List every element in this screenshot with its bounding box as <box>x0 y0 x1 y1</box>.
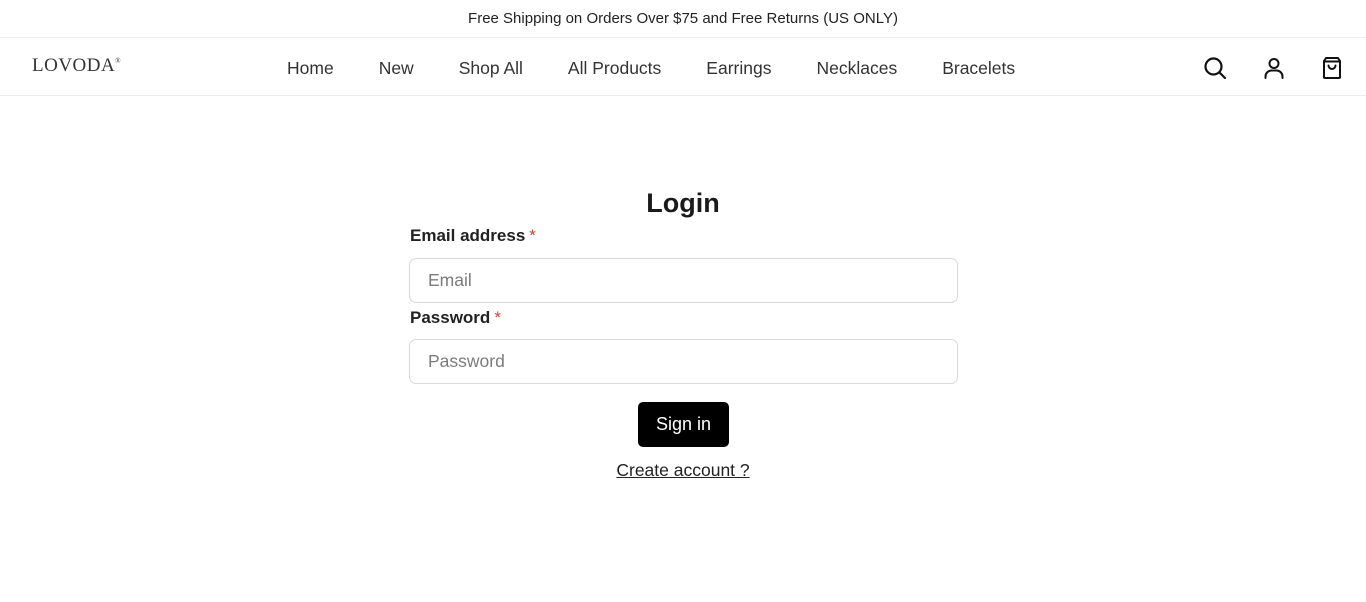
search-button[interactable] <box>1201 54 1229 82</box>
nav-item-necklaces[interactable]: Necklaces <box>816 56 897 79</box>
main-nav: Home New Shop All All Products Earrings … <box>287 38 1060 96</box>
announcement-text: Free Shipping on Orders Over $75 and Fre… <box>468 10 898 27</box>
brand-logo[interactable]: LOVODA® <box>32 55 121 77</box>
password-label-text: Password <box>410 308 491 327</box>
nav-item-home[interactable]: Home <box>287 56 334 79</box>
trademark-mark: ® <box>115 57 122 65</box>
announcement-bar: Free Shipping on Orders Over $75 and Fre… <box>0 0 1366 38</box>
user-icon <box>1264 58 1284 79</box>
page-title: Login <box>646 188 720 218</box>
create-account-link[interactable]: Create account ? <box>616 460 749 480</box>
shopping-bag-icon <box>1323 57 1341 79</box>
sign-in-button[interactable]: Sign in <box>638 402 729 447</box>
cart-button[interactable] <box>1318 54 1346 82</box>
create-account-row: Create account ? <box>0 460 1366 481</box>
search-icon <box>1204 57 1227 80</box>
password-field[interactable] <box>409 339 958 384</box>
nav-item-all-products[interactable]: All Products <box>568 56 661 79</box>
site-header: LOVODA® Home New Shop All All Products E… <box>0 38 1366 96</box>
required-marker: * <box>494 308 501 327</box>
required-marker: * <box>529 226 536 245</box>
email-label-text: Email address <box>410 226 526 245</box>
account-button[interactable] <box>1260 54 1288 82</box>
nav-item-bracelets[interactable]: Bracelets <box>942 56 1015 79</box>
nav-item-new[interactable]: New <box>379 56 414 79</box>
nav-item-shop-all[interactable]: Shop All <box>459 56 523 79</box>
email-field[interactable] <box>409 258 958 303</box>
nav-item-earrings[interactable]: Earrings <box>706 56 771 79</box>
password-label: Password * <box>410 308 501 328</box>
brand-logo-text: LOVODA <box>32 55 116 76</box>
email-label: Email address * <box>410 226 536 246</box>
